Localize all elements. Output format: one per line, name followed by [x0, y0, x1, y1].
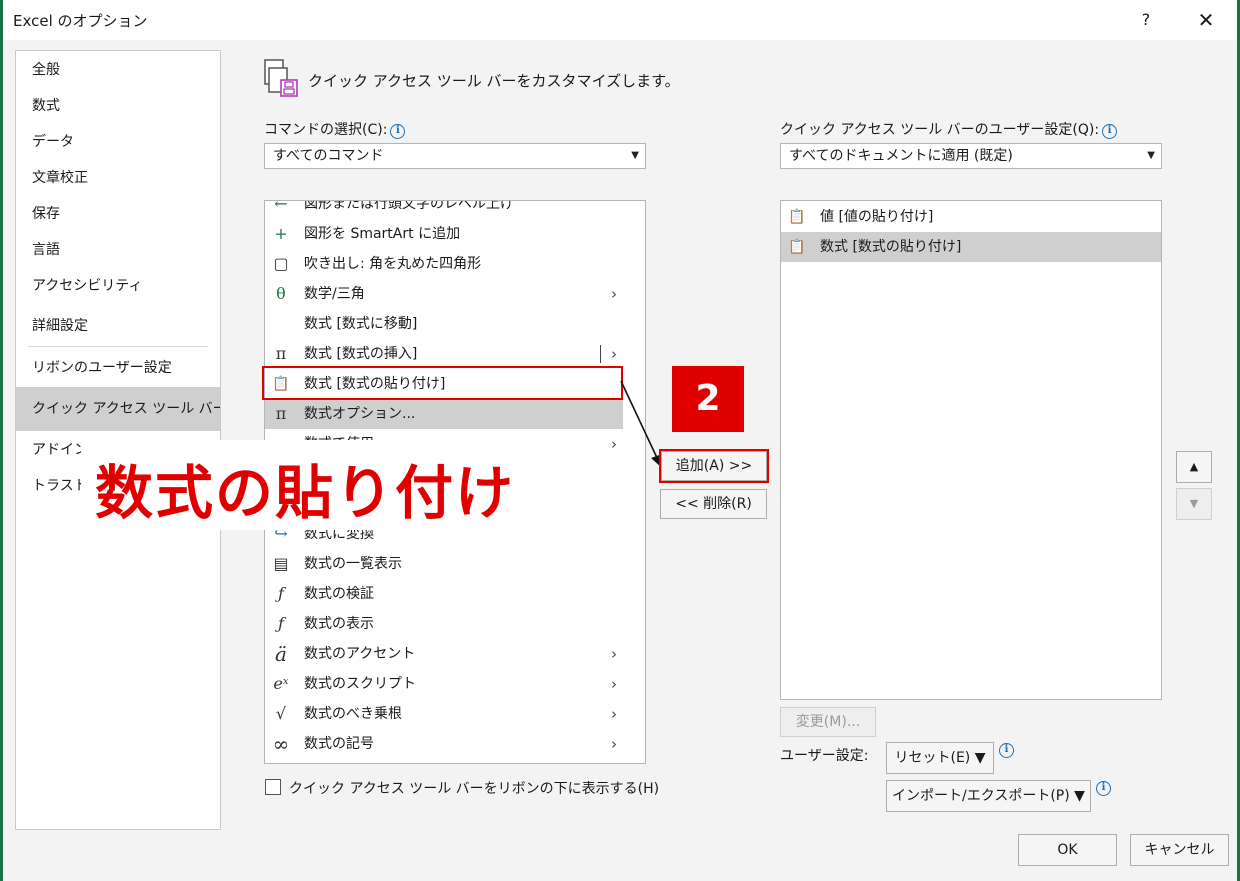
quick-access-toolbar-icon: [264, 59, 298, 97]
callout-text: 数式の貼り付け: [95, 459, 516, 527]
info-icon: i: [999, 743, 1014, 758]
nav-item-save[interactable]: 保存: [16, 197, 220, 231]
nav-item-language[interactable]: 言語: [16, 233, 220, 267]
reset-button[interactable]: リセット(E) ▼: [886, 742, 994, 774]
choose-commands-label: コマンドの選択(C): i: [264, 119, 406, 139]
help-button[interactable]: ?: [1135, 6, 1157, 34]
info-icon: i: [390, 124, 406, 139]
accent-icon: ä: [275, 642, 287, 666]
nav-item-quick-access-toolbar[interactable]: クイック アクセス ツール バー: [16, 387, 220, 431]
submenu-arrow-icon: ›: [611, 735, 617, 753]
list-item[interactable]: + 図形を SmartArt に追加: [265, 219, 623, 249]
list-item[interactable]: ▢ 吹き出し: 角を丸めた四角形: [265, 249, 623, 279]
choose-commands-dropdown[interactable]: すべてのコマンド ▼: [264, 143, 646, 169]
nav-divider: [28, 346, 208, 347]
customize-qat-dropdown[interactable]: すべてのドキュメントに適用 (既定) ▼: [780, 143, 1162, 169]
list-item[interactable]: ← 図形または行頭文字のレベル上げ: [265, 200, 623, 219]
cancel-button[interactable]: キャンセル: [1130, 834, 1229, 866]
list-item[interactable]: 数式 [数式に移動]: [265, 309, 623, 339]
show-formulas-icon: ƒ: [278, 614, 284, 633]
page-heading: クイック アクセス ツール バーをカスタマイズします。: [308, 72, 680, 90]
callout-overlay: 数式の貼り付け: [81, 440, 609, 530]
quick-access-toolbar-list[interactable]: 📋 値 [値の貼り付け] 📋 数式 [数式の貼り付け]: [780, 200, 1162, 700]
highlight-paste-formulas: [262, 366, 623, 400]
nav-item-data[interactable]: データ: [16, 125, 220, 159]
pi-icon: π: [275, 344, 287, 363]
highlight-add-button: [659, 449, 769, 483]
step-number-badge: 2: [672, 366, 744, 432]
submenu-arrow-icon: ›: [611, 675, 617, 693]
list-item[interactable]: ƒ 数式の検証: [265, 579, 623, 609]
move-down-button[interactable]: ▼: [1176, 488, 1212, 520]
submenu-arrow-icon: ›: [611, 345, 617, 363]
list-item[interactable]: π 数式 [数式の挿入] ›: [265, 339, 623, 369]
list-item[interactable]: √ 数式のべき乗根 ›: [265, 699, 623, 729]
show-below-ribbon-checkbox[interactable]: [265, 779, 281, 795]
paste-formulas-icon: 📋: [788, 239, 806, 255]
split-divider: [600, 345, 601, 363]
nav-item-accessibility[interactable]: アクセシビリティ: [16, 269, 220, 303]
submenu-arrow-icon: ›: [611, 435, 617, 453]
chevron-down-icon: ▼: [631, 150, 639, 161]
submenu-arrow-icon: ›: [611, 285, 617, 303]
radical-icon: √: [275, 704, 287, 723]
script-icon: eˣ: [273, 674, 289, 693]
list-item[interactable]: ∞ 数式の記号 ›: [265, 729, 623, 759]
info-icon: i: [1096, 781, 1111, 796]
remove-button[interactable]: << 削除(R): [660, 489, 767, 519]
submenu-arrow-icon: ›: [611, 645, 617, 663]
user-settings-label: ユーザー設定:: [780, 748, 869, 764]
ok-button[interactable]: OK: [1018, 834, 1117, 866]
list-item[interactable]: π 数式オプション...: [265, 399, 623, 429]
list-item[interactable]: ƒ 数式の表示: [265, 609, 623, 639]
submenu-arrow-icon: ›: [611, 705, 617, 723]
customize-qat-label: クイック アクセス ツール バーのユーザー設定(Q): i: [780, 119, 1118, 139]
paste-values-icon: 📋: [788, 209, 806, 225]
title-bar: Excel のオプション ? ✕: [3, 0, 1237, 40]
window-title: Excel のオプション: [13, 12, 148, 30]
pi-icon: π: [275, 404, 287, 423]
formula-list-icon: ▤: [273, 554, 289, 573]
excel-options-dialog: Excel のオプション ? ✕ 全般 数式 データ 文章校正 保存 言語 アク…: [0, 0, 1240, 881]
list-item[interactable]: 📋 値 [値の貼り付け]: [781, 202, 1161, 232]
nav-item-formulas[interactable]: 数式: [16, 89, 220, 123]
promote-icon: ←: [274, 200, 288, 213]
show-below-ribbon-label: クイック アクセス ツール バーをリボンの下に表示する(H): [289, 781, 660, 797]
evaluate-formula-icon: ƒ: [278, 584, 284, 603]
import-export-button[interactable]: インポート/エクスポート(P) ▼: [886, 780, 1091, 812]
nav-item-general[interactable]: 全般: [16, 53, 220, 87]
info-icon: i: [1102, 124, 1118, 139]
nav-item-proofing[interactable]: 文章校正: [16, 161, 220, 195]
close-button[interactable]: ✕: [1191, 6, 1221, 34]
list-item[interactable]: 📋 数式 [数式の貼り付け]: [781, 232, 1161, 262]
list-item[interactable]: eˣ 数式のスクリプト ›: [265, 669, 623, 699]
chevron-down-icon: ▼: [1147, 150, 1155, 161]
modify-button[interactable]: 変更(M)...: [780, 707, 876, 737]
nav-item-advanced[interactable]: 詳細設定: [16, 309, 220, 343]
nav-item-customize-ribbon[interactable]: リボンのユーザー設定: [16, 351, 220, 385]
move-up-button[interactable]: ▲: [1176, 451, 1212, 483]
callout-icon: ▢: [273, 254, 289, 273]
smartart-add-icon: +: [274, 224, 288, 243]
list-item[interactable]: ä 数式のアクセント ›: [265, 639, 623, 669]
math-trig-icon: θ: [276, 284, 286, 303]
list-item[interactable]: θ 数学/三角 ›: [265, 279, 623, 309]
infinity-icon: ∞: [272, 732, 290, 756]
list-item[interactable]: ▤ 数式の一覧表示: [265, 549, 623, 579]
